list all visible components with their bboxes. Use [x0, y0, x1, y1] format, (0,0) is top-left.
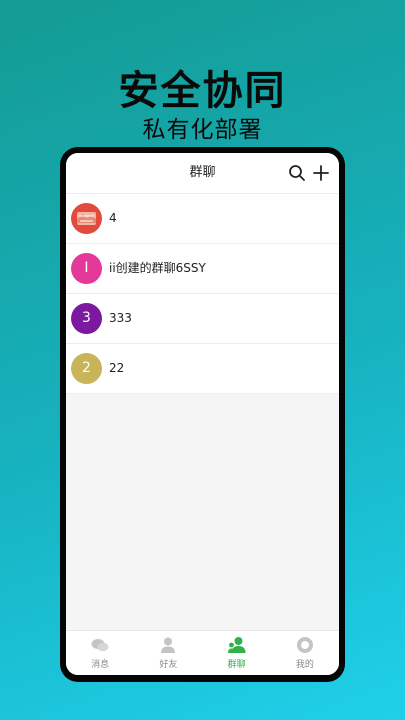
chat-bubbles-icon — [91, 639, 109, 652]
profile-circle-icon — [296, 637, 313, 653]
promo-subheadline: 私有化部署 — [142, 117, 263, 143]
group-row[interactable]: I ii创建的群聊6SSY — [66, 244, 339, 294]
group-icon — [227, 637, 246, 653]
tab-groups[interactable]: 群聊 — [203, 631, 271, 675]
top-bar: 群聊 — [66, 153, 339, 194]
phone-frame: 群聊 4 I ii创建的群聊6SSY 3 333 2 22 消息 好友 群聊 我… — [60, 147, 345, 682]
promo-headline: 安全协同 — [118, 68, 287, 114]
bottom-tab-bar: 消息 好友 群聊 我的 — [66, 630, 339, 675]
tab-friends[interactable]: 好友 — [134, 631, 202, 675]
group-name: 4 — [109, 211, 117, 225]
avatar-initial: I — [84, 260, 89, 276]
group-avatar: I — [71, 253, 102, 284]
group-avatar: 2 — [71, 353, 102, 384]
avatar-initial: 2 — [82, 360, 91, 376]
group-row[interactable]: 3 333 — [66, 294, 339, 344]
tab-me[interactable]: 我的 — [271, 631, 339, 675]
person-icon — [161, 637, 176, 653]
group-list: 4 I ii创建的群聊6SSY 3 333 2 22 — [66, 194, 339, 394]
group-row[interactable]: 4 — [66, 194, 339, 244]
group-name: ii创建的群聊6SSY — [109, 261, 206, 275]
tab-label: 消息 — [91, 660, 110, 670]
tab-messages[interactable]: 消息 — [66, 631, 134, 675]
group-name: 333 — [109, 311, 132, 325]
app-screen: 群聊 4 I ii创建的群聊6SSY 3 333 2 22 消息 好友 群聊 我… — [66, 153, 339, 675]
plus-icon[interactable] — [312, 164, 330, 182]
search-icon[interactable] — [288, 164, 306, 182]
group-row[interactable]: 2 22 — [66, 344, 339, 394]
group-avatar: 3 — [71, 303, 102, 334]
tab-label: 好友 — [159, 660, 178, 670]
group-avatar — [71, 203, 102, 234]
group-name: 22 — [109, 361, 125, 375]
group-image-icon — [77, 212, 96, 225]
tab-label: 群聊 — [227, 660, 246, 670]
avatar-initial: 3 — [82, 310, 91, 326]
tab-label: 我的 — [295, 660, 314, 670]
